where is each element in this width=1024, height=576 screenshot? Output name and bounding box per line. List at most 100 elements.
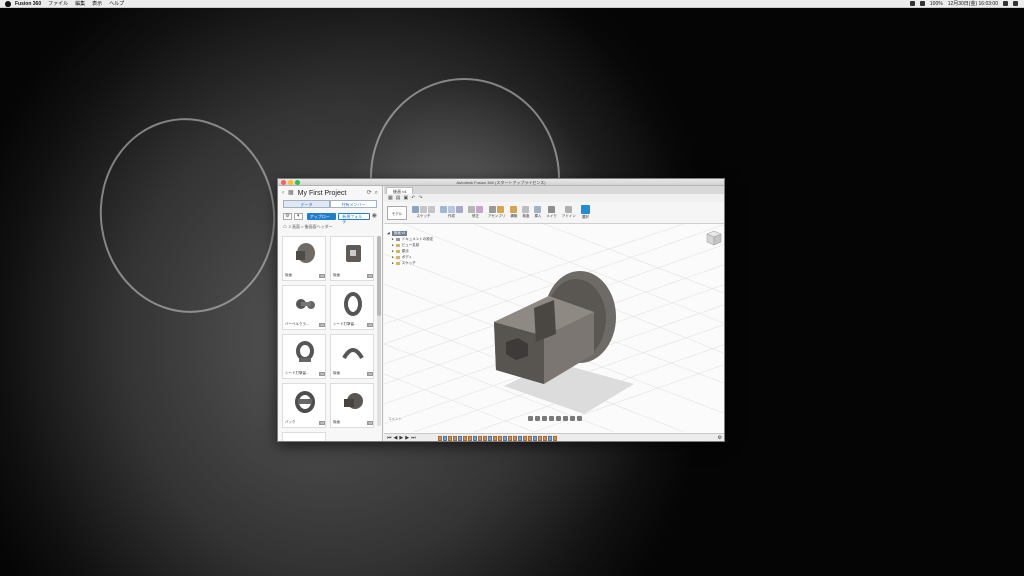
- thumbnail-item[interactable]: [282, 432, 326, 441]
- grid-settings-icon[interactable]: [570, 416, 575, 421]
- thumbnail-item[interactable]: シード打撃留... V2: [282, 334, 326, 379]
- document-tab[interactable]: 後画 v4: [386, 187, 414, 194]
- expand-icon[interactable]: ▸: [392, 237, 394, 241]
- collapse-icon[interactable]: ◢: [387, 231, 390, 235]
- version-badge[interactable]: V2: [319, 371, 325, 376]
- tab-data[interactable]: データ: [283, 200, 330, 208]
- version-badge[interactable]: V2: [319, 322, 325, 327]
- expand-icon[interactable]: ▸: [392, 261, 394, 265]
- timeline-feature[interactable]: [452, 436, 457, 441]
- menu-item-file[interactable]: ファイル: [48, 0, 68, 7]
- browser-root[interactable]: 後画 v4: [391, 230, 408, 236]
- toolbar-group-create[interactable]: 作成: [440, 206, 463, 219]
- 3d-viewport[interactable]: ◢ 後画 v4 ▸ ドキュメントの設定 ▸ ビュー名前 ▸ 原点 ▸ ボディ ▸ スケッチ …: [384, 224, 724, 432]
- viewports-icon[interactable]: [577, 416, 582, 421]
- toolbar-group-construct[interactable]: 構築: [510, 206, 518, 219]
- upload-button[interactable]: アップロード: [306, 212, 337, 226]
- thumbnail-item[interactable]: シード打撃留... V2: [330, 285, 374, 330]
- expand-icon[interactable]: ▸: [392, 255, 394, 259]
- view-toggle-icon[interactable]: ▾: [293, 212, 303, 220]
- version-badge[interactable]: V2: [319, 273, 325, 278]
- refresh-icon[interactable]: ⟳: [367, 190, 372, 196]
- timeline-feature[interactable]: [542, 436, 547, 441]
- timeline-feature[interactable]: [507, 436, 512, 441]
- timeline-feature[interactable]: [467, 436, 472, 441]
- wifi-icon[interactable]: [919, 1, 925, 6]
- undo-icon[interactable]: ↶: [411, 195, 415, 201]
- notification-center-icon[interactable]: [1013, 1, 1018, 6]
- version-badge[interactable]: V2: [319, 420, 325, 425]
- save-icon[interactable]: ▣: [403, 195, 408, 201]
- timeline-feature[interactable]: [482, 436, 487, 441]
- search-icon[interactable]: ⌕: [375, 190, 378, 196]
- new-folder-button[interactable]: 新規フォルダ: [338, 212, 370, 224]
- folder-up-icon[interactable]: ⌂: [283, 224, 287, 230]
- window-titlebar[interactable]: Autodesk Fusion 360 (スタートアップライセンス): [278, 179, 724, 186]
- timeline-feature[interactable]: [532, 436, 537, 441]
- clock-label[interactable]: 12月30日(金) 16:03:00: [948, 0, 998, 7]
- thumbnail-item[interactable]: 後画 V2: [330, 236, 374, 281]
- timeline-settings-gear-icon[interactable]: ⚙: [718, 436, 722, 441]
- go-to-start-icon[interactable]: ⏮: [387, 436, 392, 441]
- timeline-feature[interactable]: [517, 436, 522, 441]
- timeline-feature[interactable]: [492, 436, 497, 441]
- pan-icon[interactable]: [542, 416, 547, 421]
- version-badge[interactable]: V2: [367, 322, 373, 327]
- timeline-feature[interactable]: [462, 436, 467, 441]
- spotlight-icon[interactable]: [1003, 1, 1008, 6]
- toolbar-group-make[interactable]: メイク: [546, 206, 557, 219]
- timeline-feature[interactable]: [497, 436, 502, 441]
- menu-item-view[interactable]: 表示: [92, 0, 102, 7]
- workspace-switcher[interactable]: モデル: [387, 205, 407, 220]
- timeline-feature[interactable]: [537, 436, 542, 441]
- timeline-feature[interactable]: [522, 436, 527, 441]
- step-forward-icon[interactable]: ▶: [405, 436, 409, 441]
- timeline-feature[interactable]: [527, 436, 532, 441]
- grid-icon[interactable]: ▦: [288, 190, 294, 196]
- version-badge[interactable]: V2: [367, 371, 373, 376]
- look-at-icon[interactable]: [535, 416, 540, 421]
- scrollbar-knob[interactable]: [377, 236, 381, 316]
- fit-icon[interactable]: [556, 416, 561, 421]
- toolbar-group-insert[interactable]: 挿入: [534, 206, 542, 219]
- expand-icon[interactable]: ▸: [392, 243, 394, 247]
- timeline-feature[interactable]: [547, 436, 552, 441]
- version-badge[interactable]: V2: [367, 273, 373, 278]
- timeline-feature[interactable]: [442, 436, 447, 441]
- data-panel-toggle-icon[interactable]: ▦: [388, 195, 393, 201]
- menu-item-app[interactable]: Fusion 360: [15, 1, 41, 7]
- menu-item-help[interactable]: ヘルプ: [109, 0, 124, 7]
- settings-gear-icon[interactable]: ⚙: [283, 212, 292, 220]
- thumbnail-item[interactable]: 後画 V2: [330, 383, 374, 428]
- project-title[interactable]: My First Project: [298, 190, 347, 197]
- menu-item-edit[interactable]: 編集: [75, 0, 85, 7]
- zoom-icon[interactable]: [549, 416, 554, 421]
- timeline-feature[interactable]: [457, 436, 462, 441]
- toolbar-group-addins[interactable]: アドイン: [562, 206, 576, 219]
- toolbar-group-select[interactable]: 選択: [580, 205, 590, 220]
- version-badge[interactable]: V2: [367, 420, 373, 425]
- options-icon[interactable]: ◉: [372, 213, 377, 219]
- toolbar-group-modify[interactable]: 修正: [468, 206, 483, 219]
- apple-menu-icon[interactable]: [5, 0, 11, 7]
- thumbnail-item[interactable]: 後画 V2: [330, 334, 374, 379]
- orbit-icon[interactable]: [528, 416, 533, 421]
- toolbar-group-assemble[interactable]: アセンブリ: [488, 206, 505, 219]
- thumbnail-item[interactable]: 後画 V2: [282, 236, 326, 281]
- timeline-feature[interactable]: [487, 436, 492, 441]
- play-icon[interactable]: ▶: [399, 436, 403, 441]
- timeline-feature[interactable]: [512, 436, 517, 441]
- timeline-feature[interactable]: [477, 436, 482, 441]
- browser-item[interactable]: ▸ スケッチ: [387, 260, 447, 266]
- redo-icon[interactable]: ↷: [418, 195, 422, 201]
- expand-icon[interactable]: ▸: [392, 249, 394, 253]
- battery-label[interactable]: 100%: [930, 1, 943, 7]
- viewcube-icon[interactable]: [706, 230, 722, 246]
- back-arrow-icon[interactable]: ‹: [282, 190, 284, 196]
- thumbnail-item[interactable]: バーベルクラ... V2: [282, 285, 326, 330]
- timeline-feature[interactable]: [447, 436, 452, 441]
- timeline-feature[interactable]: [502, 436, 507, 441]
- toolbar-group-inspect[interactable]: 検査: [522, 206, 530, 219]
- step-back-icon[interactable]: ◀: [394, 436, 398, 441]
- dropbox-icon[interactable]: [909, 1, 915, 6]
